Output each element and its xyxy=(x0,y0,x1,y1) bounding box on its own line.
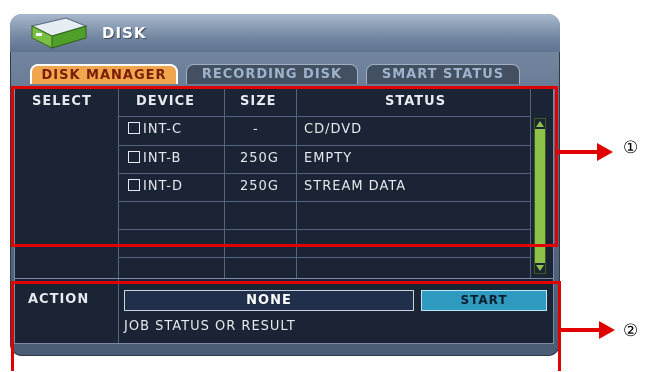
tab-smart-status[interactable]: SMART STATUS xyxy=(366,64,520,84)
callout-marker-2: ② xyxy=(623,321,639,341)
title-bar: DISK xyxy=(10,14,560,52)
section-divider xyxy=(15,278,553,279)
annotation-arrowhead-1 xyxy=(597,143,613,161)
scroll-down-arrow-icon[interactable] xyxy=(535,263,545,273)
clipped-top-strip xyxy=(0,0,649,6)
disk-icon xyxy=(30,17,88,49)
annotation-box-1 xyxy=(11,86,558,247)
row-divider xyxy=(118,257,530,258)
annotation-arrow-2 xyxy=(559,328,601,332)
callout-marker-1: ① xyxy=(623,138,639,158)
annotation-arrowhead-2 xyxy=(599,321,615,339)
window-title: DISK xyxy=(102,24,147,42)
annotation-box-2 xyxy=(11,281,561,371)
tab-disk-manager[interactable]: DISK MANAGER xyxy=(30,64,178,84)
annotation-arrow-1 xyxy=(557,150,599,154)
tab-recording-disk[interactable]: RECORDING DISK xyxy=(186,64,358,84)
